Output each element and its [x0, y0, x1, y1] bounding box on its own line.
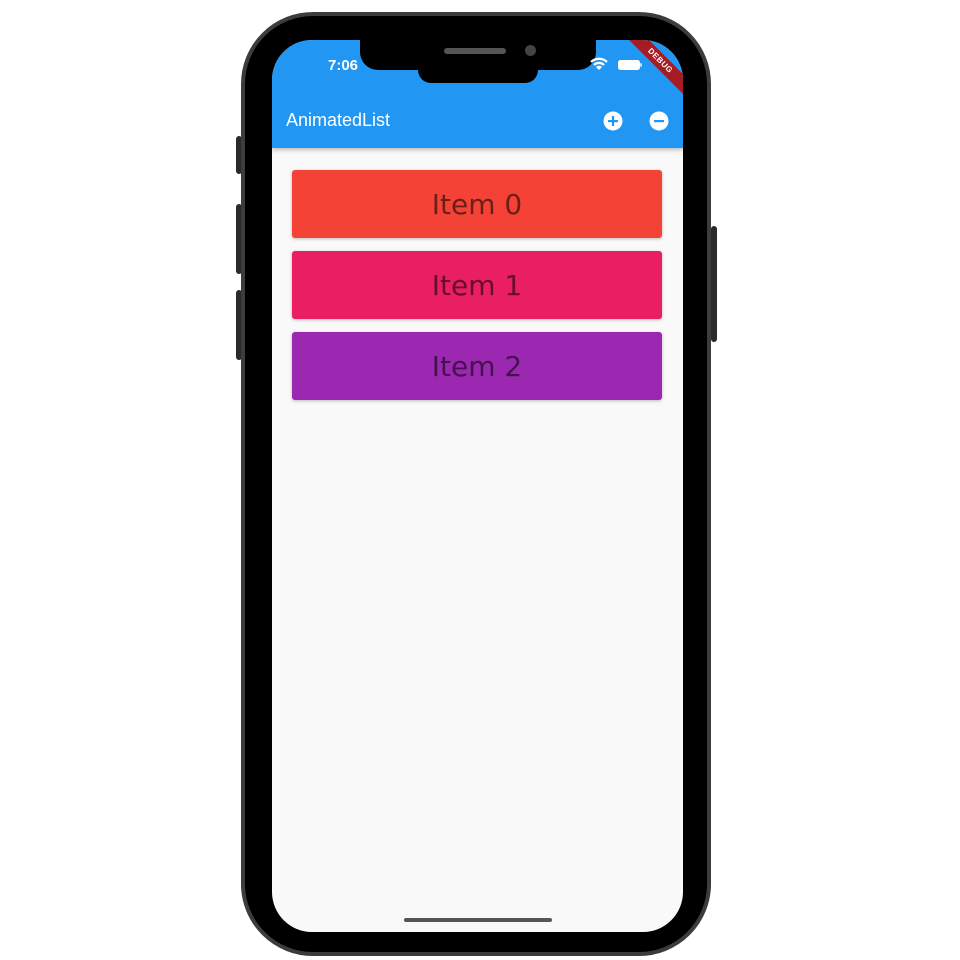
remove-circle-icon[interactable]: [648, 110, 670, 132]
list-item-label: Item 1: [431, 268, 523, 302]
power-button: [711, 226, 717, 342]
app-bar: 7:06 DEBUG AnimatedList: [272, 40, 683, 148]
list-item-2[interactable]: Item 2: [292, 332, 662, 400]
battery-icon: [618, 60, 642, 70]
status-time: 7:06: [328, 57, 359, 74]
debug-banner: DEBUG: [619, 40, 683, 102]
add-circle-icon[interactable]: [602, 110, 624, 132]
list-item-label: Item 2: [431, 349, 523, 383]
home-indicator[interactable]: [404, 918, 552, 922]
wifi-icon: [590, 57, 608, 70]
speaker-grille: [444, 48, 506, 54]
front-camera: [525, 45, 536, 56]
app-title: AnimatedList: [286, 110, 391, 130]
notch: [360, 40, 596, 83]
list-item-0[interactable]: Item 0: [292, 170, 662, 238]
stage: 7:06 DEBUG AnimatedList Item 0 Item 1 It…: [0, 0, 960, 960]
phone-screen: 7:06 DEBUG AnimatedList Item 0 Item 1 It…: [272, 40, 683, 932]
list-item-label: Item 0: [431, 187, 523, 221]
list-item-1[interactable]: Item 1: [292, 251, 662, 319]
animated-list: Item 0 Item 1 Item 2: [292, 170, 662, 413]
